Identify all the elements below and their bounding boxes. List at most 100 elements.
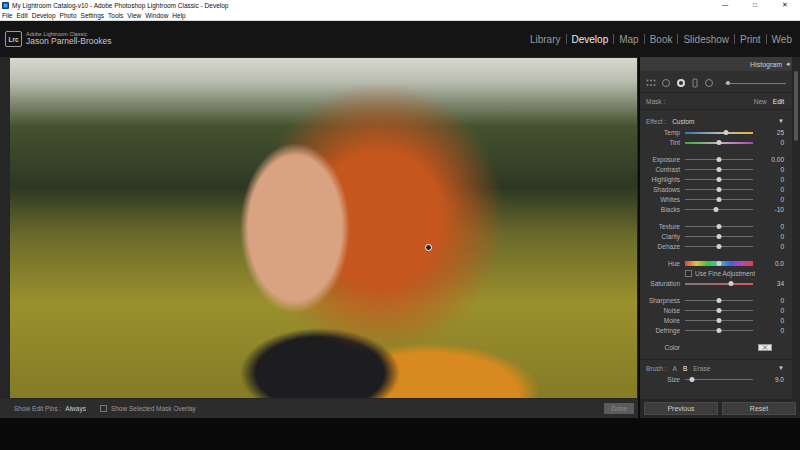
brush-option[interactable]: B [683, 365, 687, 372]
scroll-thumb[interactable] [794, 71, 798, 141]
menu-item[interactable]: Tools [108, 12, 123, 19]
slider-thumb[interactable] [717, 167, 722, 172]
slider[interactable] [685, 186, 753, 193]
slider[interactable] [685, 196, 753, 203]
slider[interactable] [685, 280, 753, 287]
module-tab[interactable]: Library [530, 34, 561, 45]
slider-value[interactable]: 0 [758, 327, 784, 334]
color-swatch-icon[interactable] [758, 344, 772, 351]
window-control[interactable]: □ [740, 1, 770, 9]
slider[interactable] [685, 327, 753, 334]
slider[interactable] [685, 223, 753, 230]
module-tab[interactable]: Print [740, 34, 761, 45]
slider-value[interactable]: 25 [758, 129, 784, 136]
menu-item[interactable]: Window [145, 12, 168, 19]
slider-thumb[interactable] [717, 261, 722, 266]
slider[interactable] [685, 206, 753, 213]
done-button[interactable]: Done [604, 403, 634, 414]
slider-thumb[interactable] [713, 207, 718, 212]
slider-value[interactable]: 0 [758, 307, 784, 314]
collapse-icon[interactable]: ◂ [786, 60, 790, 68]
brush-icon[interactable] [691, 78, 699, 88]
slider-value[interactable]: 0 [758, 243, 784, 250]
masking-icon[interactable] [676, 78, 686, 88]
slider-value[interactable]: 0 [758, 297, 784, 304]
slider-thumb[interactable] [717, 224, 722, 229]
slider-thumb[interactable] [728, 281, 733, 286]
slider-value[interactable]: 9.0 [758, 376, 784, 383]
slider[interactable] [685, 317, 753, 324]
slider[interactable] [685, 166, 753, 173]
menu-item[interactable]: Edit [16, 12, 27, 19]
menu-item[interactable]: View [127, 12, 141, 19]
mask-action[interactable]: Edit [773, 98, 784, 105]
edit-pin[interactable] [425, 244, 432, 251]
slider[interactable] [685, 260, 753, 267]
slider-value[interactable]: 0 [758, 196, 784, 203]
slider-value[interactable]: 34 [758, 280, 784, 287]
module-tab[interactable]: Map [619, 34, 638, 45]
module-tab[interactable]: Slideshow [683, 34, 729, 45]
slider-value[interactable]: 0.0 [758, 260, 784, 267]
overlay-checkbox[interactable] [100, 405, 107, 412]
effect-toggle[interactable]: ▼ [778, 118, 784, 124]
window-control[interactable]: — [710, 1, 740, 9]
slider-value[interactable]: -10 [758, 206, 784, 213]
slider-thumb[interactable] [717, 298, 722, 303]
module-tab[interactable]: Web [772, 34, 792, 45]
module-tab[interactable]: Develop [572, 34, 609, 45]
slider[interactable] [685, 156, 753, 163]
slider[interactable] [685, 243, 753, 250]
slider[interactable] [685, 139, 753, 146]
slider-thumb[interactable] [717, 177, 722, 182]
menu-item[interactable]: File [2, 12, 12, 19]
slider[interactable] [685, 129, 753, 136]
brush-option[interactable]: A [673, 365, 677, 372]
slider-value[interactable]: 0.00 [758, 156, 784, 163]
slider[interactable] [685, 233, 753, 240]
slider[interactable] [685, 176, 753, 183]
slider-thumb[interactable] [723, 130, 728, 135]
slider-thumb[interactable] [717, 318, 722, 323]
menu-item[interactable]: Photo [60, 12, 77, 19]
grid-icon[interactable] [646, 79, 656, 87]
slider-thumb[interactable] [717, 234, 722, 239]
slider-value[interactable]: 0 [758, 223, 784, 230]
menu-item[interactable]: Settings [81, 12, 105, 19]
slider-thumb[interactable] [717, 157, 722, 162]
menu-item[interactable]: Help [172, 12, 185, 19]
radial-icon[interactable] [704, 78, 714, 88]
slider-thumb[interactable] [717, 140, 722, 145]
panel-button[interactable]: Previous [644, 402, 718, 415]
edit-pins-dropdown[interactable]: Always [65, 405, 86, 412]
slider-thumb[interactable] [717, 328, 722, 333]
module-tab[interactable]: Book [650, 34, 673, 45]
mask-action[interactable]: New [754, 98, 767, 105]
slider-value[interactable]: 0 [758, 176, 784, 183]
slider-thumb[interactable] [717, 197, 722, 202]
slider-thumb[interactable] [717, 187, 722, 192]
histogram-header[interactable]: Histogram ◂ [640, 57, 792, 71]
menu-item[interactable]: Develop [32, 12, 56, 19]
slider[interactable] [685, 297, 753, 304]
slider-value[interactable]: 0 [758, 317, 784, 324]
slider-thumb[interactable] [717, 244, 722, 249]
tool-slider-thumb[interactable] [726, 81, 730, 85]
slider-thumb[interactable] [717, 308, 722, 313]
window-control[interactable]: ✕ [770, 1, 800, 9]
brush-option[interactable]: Erase [693, 365, 710, 372]
fine-adjustment-checkbox[interactable] [685, 270, 692, 277]
effect-dropdown[interactable]: Custom [672, 118, 694, 125]
brush-toggle[interactable]: ▼ [778, 365, 784, 371]
slider-thumb[interactable] [689, 377, 694, 382]
slider-value[interactable]: 0 [758, 233, 784, 240]
panel-scrollbar[interactable] [792, 57, 800, 399]
slider-value[interactable]: 0 [758, 139, 784, 146]
crop-icon[interactable] [661, 78, 671, 88]
slider-value[interactable]: 0 [758, 166, 784, 173]
panel-button[interactable]: Reset [722, 402, 796, 415]
slider-value[interactable]: 0 [758, 186, 784, 193]
slider[interactable] [685, 307, 753, 314]
slider[interactable] [685, 376, 753, 383]
tool-slider[interactable] [725, 80, 786, 86]
